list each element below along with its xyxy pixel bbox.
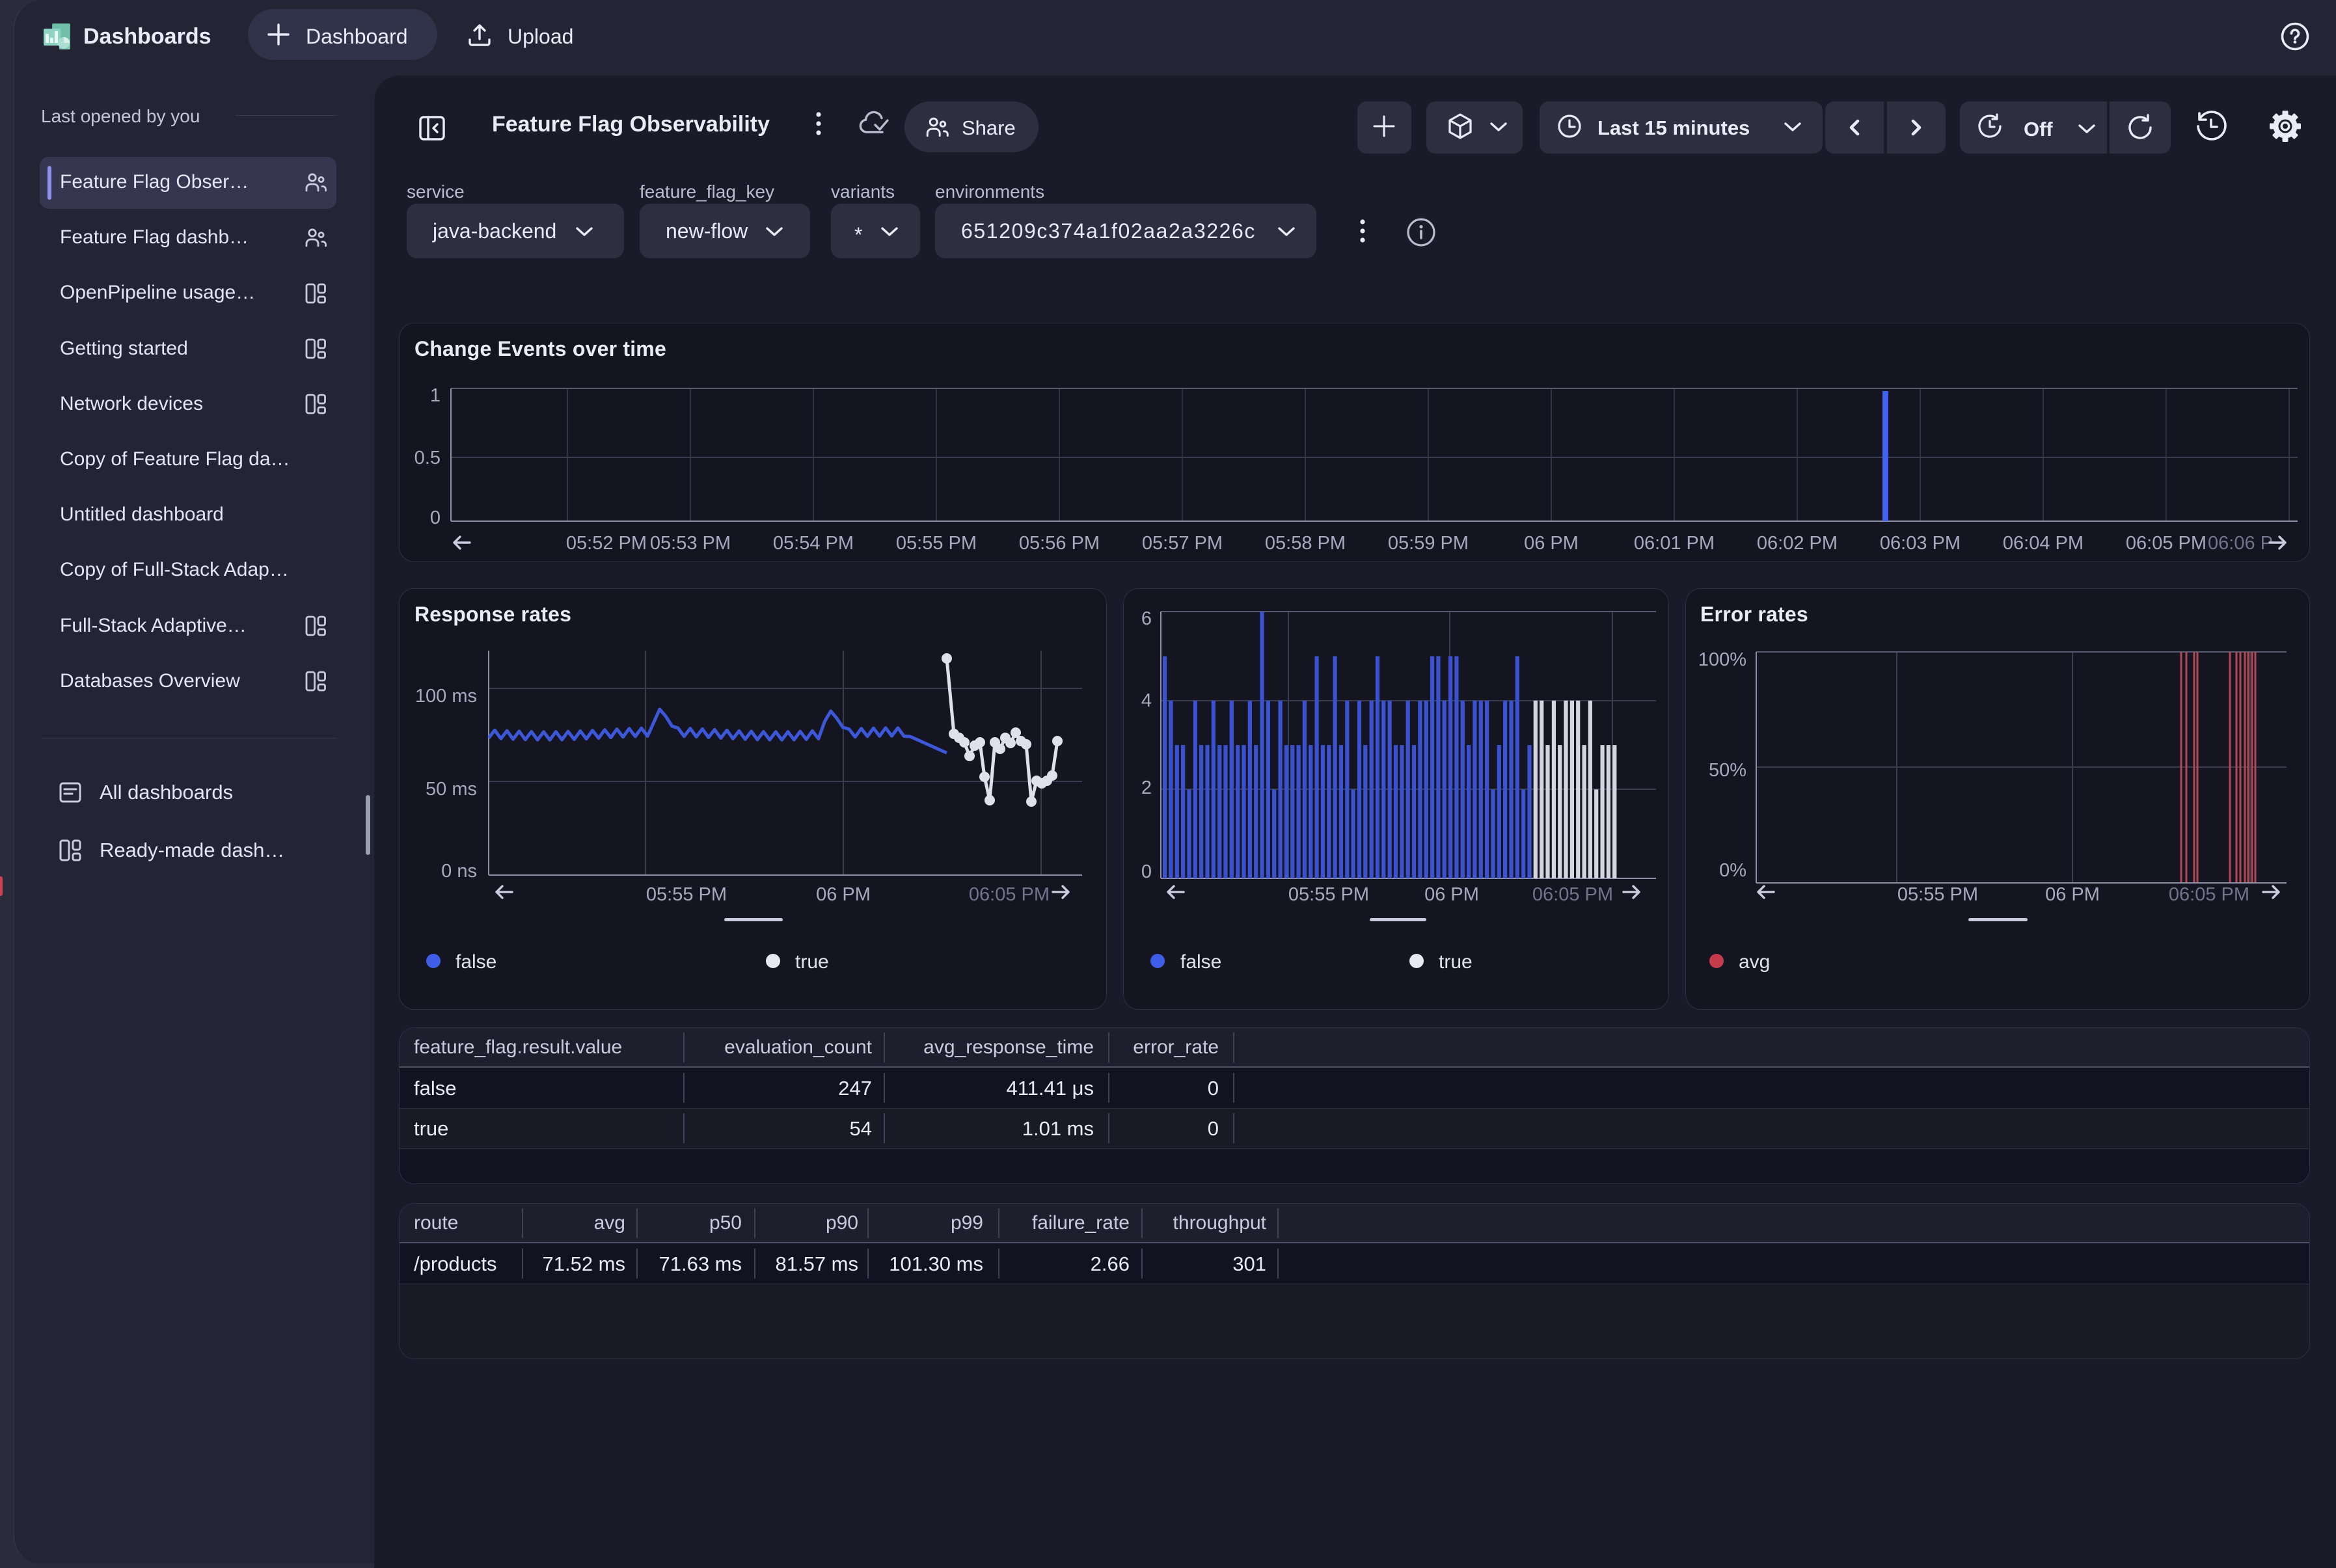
- svg-text:2: 2: [1141, 777, 1152, 798]
- svg-text:6: 6: [1141, 608, 1152, 629]
- svg-text:05:52 PM: 05:52 PM: [566, 533, 647, 554]
- svg-text:0.5: 0.5: [414, 448, 441, 468]
- svg-text:100 ms: 100 ms: [415, 686, 477, 707]
- svg-text:true: true: [795, 951, 829, 973]
- svg-text:06 PM: 06 PM: [1424, 884, 1479, 905]
- svg-text:05:55 PM: 05:55 PM: [896, 533, 977, 554]
- svg-text:true: true: [1439, 951, 1473, 973]
- svg-text:05:55 PM: 05:55 PM: [1288, 884, 1369, 905]
- svg-text:4: 4: [1141, 690, 1152, 711]
- svg-text:06:04 PM: 06:04 PM: [2003, 533, 2084, 554]
- svg-text:0%: 0%: [1719, 860, 1746, 881]
- svg-text:05:54 PM: 05:54 PM: [773, 533, 854, 554]
- svg-text:06 PM: 06 PM: [2045, 884, 2100, 905]
- svg-text:50 ms: 50 ms: [426, 779, 477, 800]
- svg-text:false: false: [1180, 951, 1221, 973]
- svg-text:06:03 PM: 06:03 PM: [1880, 533, 1961, 554]
- svg-text:06:06 P: 06:06 P: [2208, 533, 2273, 554]
- svg-text:50%: 50%: [1709, 760, 1746, 781]
- svg-text:0: 0: [1141, 861, 1152, 882]
- svg-text:05:57 PM: 05:57 PM: [1142, 533, 1223, 554]
- svg-text:05:58 PM: 05:58 PM: [1265, 533, 1346, 554]
- svg-text:05:55 PM: 05:55 PM: [1897, 884, 1978, 905]
- svg-text:06 PM: 06 PM: [1524, 533, 1579, 554]
- svg-text:0: 0: [430, 507, 441, 528]
- svg-text:06:05 PM: 06:05 PM: [2169, 884, 2249, 905]
- svg-text:100%: 100%: [1698, 649, 1746, 670]
- svg-text:avg: avg: [1739, 951, 1770, 973]
- svg-text:06:01 PM: 06:01 PM: [1634, 533, 1715, 554]
- svg-text:0 ns: 0 ns: [441, 861, 477, 882]
- svg-text:06 PM: 06 PM: [816, 884, 871, 905]
- svg-text:05:59 PM: 05:59 PM: [1388, 533, 1469, 554]
- svg-text:05:53 PM: 05:53 PM: [650, 533, 731, 554]
- svg-text:05:56 PM: 05:56 PM: [1019, 533, 1100, 554]
- svg-text:1: 1: [430, 385, 441, 406]
- svg-text:06:02 PM: 06:02 PM: [1757, 533, 1838, 554]
- svg-text:06:05 PM: 06:05 PM: [2126, 533, 2207, 554]
- svg-text:06:05 PM: 06:05 PM: [969, 884, 1050, 905]
- svg-text:05:55 PM: 05:55 PM: [646, 884, 727, 905]
- svg-text:false: false: [455, 951, 496, 973]
- svg-text:06:05 PM: 06:05 PM: [1532, 884, 1613, 905]
